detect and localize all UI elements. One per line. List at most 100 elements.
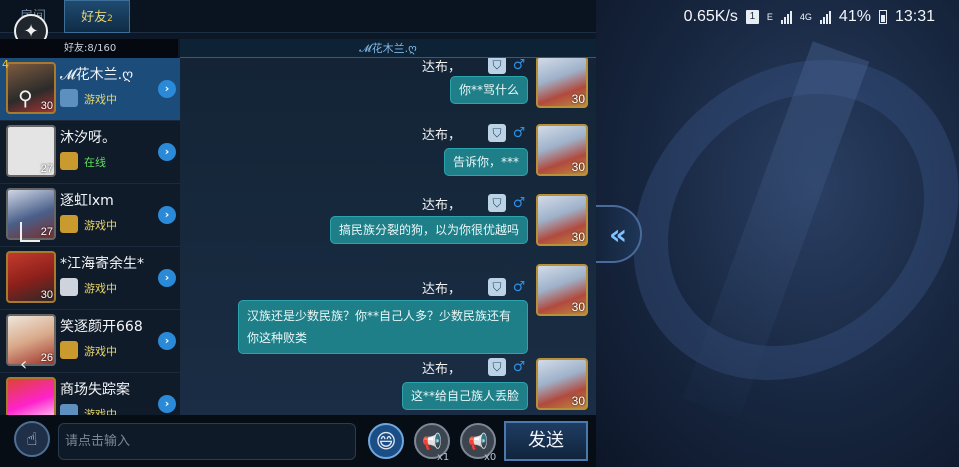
friend-level: 30 [40, 289, 53, 301]
network-e-indicator: E [766, 12, 773, 22]
chevron-right-icon[interactable]: › [158, 80, 176, 98]
tab-friends[interactable]: 好友2 [64, 0, 130, 33]
friend-avatar [6, 377, 56, 415]
message-sender: 达布， [421, 198, 461, 213]
message-bubble: 这**给自己族人丢脸 [401, 382, 528, 410]
rank-shield-icon: ⛉ [488, 358, 506, 376]
clock: 13:31 [894, 8, 935, 25]
friend-status: 游戏中 [84, 93, 117, 106]
friend-status: 游戏中 [84, 282, 117, 295]
smiley-icon: 😄 [375, 429, 397, 453]
sender-badges: ⛉ ♂ [488, 58, 528, 74]
sender-level: 30 [571, 394, 585, 408]
friend-level: 26 [40, 352, 53, 364]
friend-name: 沐汐呀。 [60, 130, 116, 146]
sender-level: 30 [571, 160, 585, 174]
friend-status: 游戏中 [84, 408, 117, 415]
friend-level: 27 [40, 226, 53, 238]
gesture-button[interactable]: ☝ [14, 421, 50, 457]
tab-friends-badge: 2 [107, 14, 113, 24]
chevron-right-icon[interactable]: › [158, 206, 176, 224]
chat-title: 𝓜花木兰.ღ [180, 39, 596, 58]
friend-avatar: 26 [6, 314, 56, 366]
male-icon: ♂ [512, 359, 526, 375]
friend-count: 好友:8/160 [0, 39, 178, 58]
sender-level: 30 [571, 230, 585, 244]
chevron-right-icon[interactable]: › [158, 395, 176, 413]
message-sender: 达布， [421, 282, 461, 297]
message-bubble: 你**骂什么 [449, 76, 528, 104]
person-icon[interactable]: ⚲ [18, 86, 44, 112]
friend-row[interactable]: 30 *江海寄余生* 游戏中 › [0, 247, 180, 310]
crop-icon[interactable] [20, 222, 40, 242]
horn-icon: 📢 [422, 431, 442, 451]
top-tab-bar: 房间 好友2 [0, 0, 596, 33]
rank-shield-icon [60, 89, 78, 107]
chevron-right-icon[interactable]: › [158, 143, 176, 161]
sender-level: 30 [571, 300, 585, 314]
chevron-right-icon[interactable]: › [158, 269, 176, 287]
chat-message: 达布， ⛉ ♂ 30 汉族还是少数民族？你**自己人多？少数民族还有你这种败类 [218, 264, 588, 354]
male-icon: ♂ [512, 58, 526, 73]
message-sender: 达布， [421, 60, 461, 75]
emoji-button[interactable]: 😄 [368, 423, 404, 459]
friend-name: 商场失踪案 [60, 382, 130, 398]
send-button[interactable]: 发送 [504, 421, 588, 461]
friend-corner-badge: 4 [2, 58, 9, 71]
horn-count-1: x1 [437, 452, 450, 463]
male-icon: ♂ [512, 195, 526, 211]
message-sender: 达布， [421, 128, 461, 143]
chat-message: 达布， ⛉ ♂ 30 这**给自己族人丢脸 [288, 358, 588, 414]
battery-icon [878, 10, 887, 24]
sender-badges: ⛉ ♂ [488, 278, 528, 296]
sender-badges: ⛉ ♂ [488, 358, 528, 376]
signal-icon-2 [819, 10, 831, 24]
message-bubble: 告诉你，*** [443, 148, 528, 176]
game-background [596, 0, 959, 467]
rank-shield-icon: ⛉ [488, 58, 506, 74]
message-bubble: 搞民族分裂的狗，以为你很优越吗 [329, 216, 528, 244]
network-speed: 0.65K/s [683, 8, 738, 25]
chat-message: 达布， ⛉ ♂ 30 搞民族分裂的狗，以为你很优越吗 [288, 194, 588, 254]
friend-name: 逐虹lxm [60, 193, 114, 209]
double-chevron-left-icon: « [608, 217, 628, 251]
rank-shield-icon [60, 278, 78, 296]
chevron-right-icon[interactable]: › [158, 332, 176, 350]
sender-avatar: 30 [536, 358, 588, 410]
friend-status: 游戏中 [84, 219, 117, 232]
sim-icon: 1 [745, 10, 759, 24]
friend-row[interactable]: 商场失踪案 游戏中 › [0, 373, 180, 415]
signal-icon [780, 10, 792, 24]
sender-avatar: 30 [536, 58, 588, 108]
system-status-bar: 0.65K/s 1 E 4G 41% 13:31 [684, 6, 935, 28]
friend-name: 笑逐颜开668 [60, 319, 143, 335]
friend-avatar: 27 [6, 125, 56, 177]
message-sender: 达布， [421, 362, 461, 377]
back-arrow-icon[interactable]: ‹ [20, 354, 27, 375]
rank-shield-icon: ⛉ [488, 124, 506, 142]
rank-shield-icon: ⛉ [488, 194, 506, 212]
chat-messages: 达布， ⛉ ♂ 30 你**骂什么 达布， ⛉ ♂ 30 告诉你，*** 达布， ⛉… [180, 58, 596, 415]
chat-input[interactable] [58, 423, 356, 460]
rank-shield-icon [60, 215, 78, 233]
sender-avatar: 30 [536, 124, 588, 176]
friend-name: 𝓜花木兰.ღ [60, 67, 134, 83]
horn-count-2: x0 [484, 452, 497, 463]
friend-status: 在线 [84, 156, 106, 169]
rank-shield-icon: ⛉ [488, 278, 506, 296]
sender-badges: ⛉ ♂ [488, 124, 528, 142]
tab-friends-label: 好友 [81, 10, 108, 25]
friend-row[interactable]: 27 沐汐呀。 在线 › [0, 121, 180, 184]
sender-avatar: 30 [536, 194, 588, 246]
male-icon: ♂ [512, 125, 526, 141]
friend-status: 游戏中 [84, 345, 117, 358]
sender-badges: ⛉ ♂ [488, 194, 528, 212]
message-bubble: 汉族还是少数民族？你**自己人多？少数民族还有你这种败类 [238, 300, 528, 354]
rank-shield-icon [60, 341, 78, 359]
rank-shield-icon [60, 152, 78, 170]
friend-name: *江海寄余生* [60, 256, 144, 272]
chat-message: 达布， ⛉ ♂ 30 你**骂什么 [288, 58, 588, 116]
chat-message: 达布， ⛉ ♂ 30 告诉你，*** [288, 124, 588, 184]
sender-level: 30 [571, 92, 585, 106]
friend-avatar: 30 [6, 251, 56, 303]
